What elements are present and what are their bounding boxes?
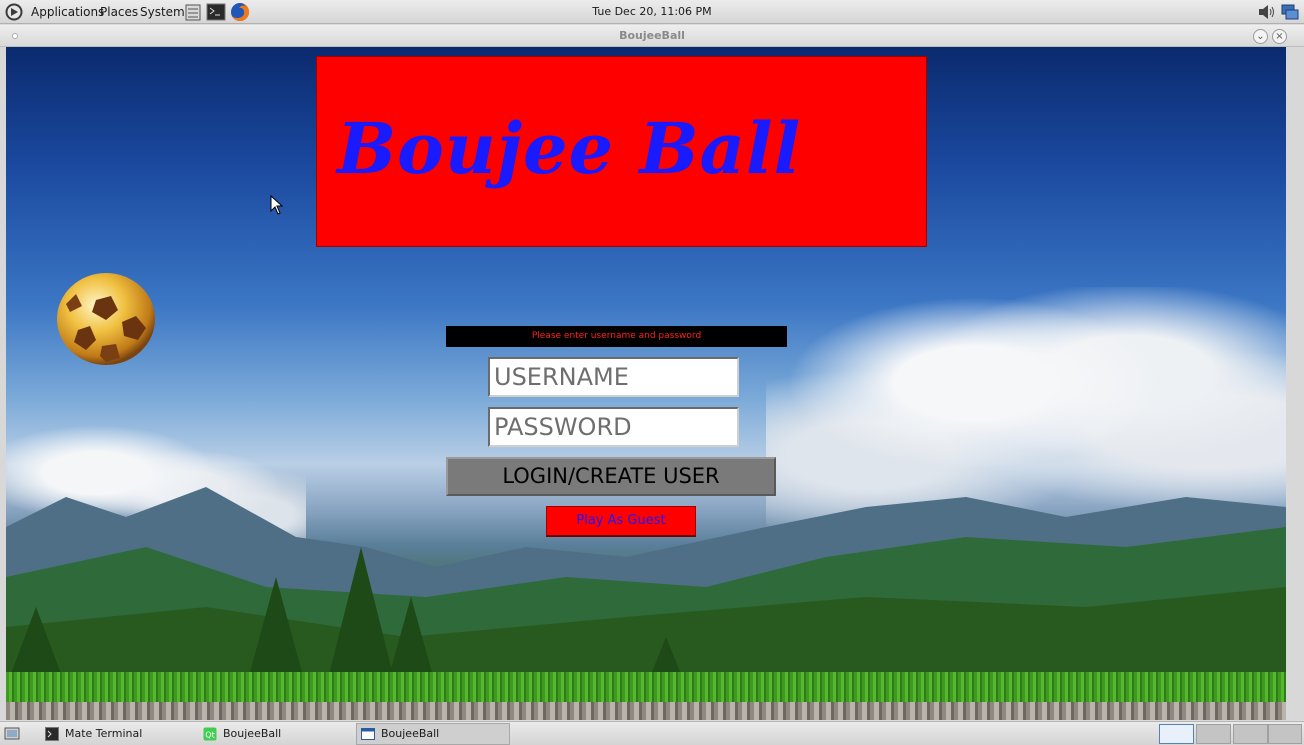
svg-text:Qt: Qt <box>205 731 214 740</box>
network-icon[interactable] <box>1280 2 1300 22</box>
volume-icon[interactable] <box>1256 2 1276 22</box>
workspace-2[interactable] <box>1196 724 1231 744</box>
login-prompt: Please enter username and password <box>446 326 787 347</box>
qt-creator-icon: Qt <box>203 727 217 741</box>
task-boujeeball-window[interactable]: BoujeeBall <box>356 723 510 745</box>
window-title: BoujeeBall <box>619 29 685 42</box>
window-icon <box>361 728 375 740</box>
username-input[interactable] <box>488 357 739 397</box>
workspace-1[interactable] <box>1159 724 1194 744</box>
mouse-cursor-icon <box>270 195 284 215</box>
login-create-user-button[interactable]: LOGIN/CREATE USER <box>446 457 776 496</box>
task-label: Mate Terminal <box>65 727 143 740</box>
task-boujeeball-ide[interactable]: Qt BoujeeBall [jordan_v2... <box>198 723 353 745</box>
game-canvas: Boujee Ball Please enter username and pa… <box>6 47 1286 720</box>
play-as-guest-button[interactable]: Play As Guest <box>546 506 696 537</box>
bottom-taskbar: Mate Terminal Qt BoujeeBall [jordan_v2..… <box>0 721 1304 745</box>
boujeeball-window: BoujeeBall ⌄ × Boujee Ball Please enter … <box>0 25 1304 720</box>
minimize-button[interactable]: ⌄ <box>1253 29 1268 44</box>
terminal-icon <box>45 727 59 741</box>
task-label: BoujeeBall [jordan_v2... <box>223 727 282 740</box>
clock[interactable]: Tue Dec 20, 11:06 PM <box>0 5 1304 18</box>
show-desktop-icon[interactable] <box>4 726 20 742</box>
task-mate-terminal[interactable]: Mate Terminal <box>40 723 190 745</box>
workspace-3[interactable] <box>1233 724 1268 744</box>
task-label: BoujeeBall <box>381 727 440 740</box>
grass-ground <box>6 672 1286 702</box>
workspace-4[interactable] <box>1268 724 1302 744</box>
dirt-ground <box>6 702 1286 720</box>
title-banner: Boujee Ball <box>316 56 927 247</box>
soccer-ball-icon <box>57 273 155 365</box>
window-titlebar[interactable]: BoujeeBall ⌄ × <box>0 25 1304 47</box>
password-input[interactable] <box>488 407 739 447</box>
game-title: Boujee Ball <box>337 107 802 190</box>
top-panel: Applications Places System Tue Dec 20, 1… <box>0 0 1304 24</box>
close-button[interactable]: × <box>1272 29 1287 44</box>
